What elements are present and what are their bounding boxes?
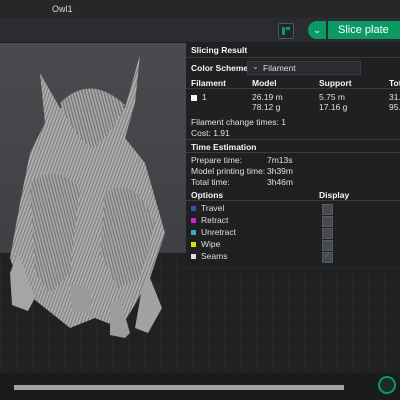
- model-weight: 78.12 g: [252, 102, 281, 112]
- unretract-display-checkbox[interactable]: [322, 228, 333, 239]
- travel-display-checkbox[interactable]: [322, 204, 333, 215]
- seams-color-swatch: [191, 254, 196, 259]
- option-wipe: Wipe: [186, 239, 400, 251]
- option-retract: Retract: [186, 215, 400, 227]
- toolbar: ⌄ Slice plate: [0, 18, 400, 43]
- plate-layout-icon[interactable]: [278, 23, 294, 39]
- display-title: Display: [319, 190, 350, 200]
- time-estimation-title: Time Estimation: [191, 142, 257, 152]
- support-weight: 17.16 g: [319, 102, 348, 112]
- col-filament: Filament: [191, 78, 226, 88]
- retract-color-swatch: [191, 218, 196, 223]
- time-label: Prepare time:: [191, 155, 243, 165]
- slicing-result-title: Slicing Result: [191, 45, 248, 55]
- wipe-display-checkbox[interactable]: [322, 240, 333, 251]
- model-length: 26.19 m: [252, 92, 283, 102]
- option-travel: Travel: [186, 203, 400, 215]
- col-model: Model: [252, 78, 277, 88]
- filament-row: 1 26.19 m 78.12 g 5.75 m 17.16 g 31.9 95…: [186, 92, 400, 112]
- title-bar: Owl1: [0, 0, 400, 18]
- travel-color-swatch: [191, 206, 196, 211]
- option-label: Retract: [201, 215, 229, 225]
- col-support: Support: [319, 78, 352, 88]
- retract-display-checkbox[interactable]: [322, 216, 333, 227]
- filament-color-swatch: [191, 95, 197, 101]
- slicing-result-panel: Slicing Result Color Scheme ⌄ Filament F…: [186, 42, 400, 266]
- total-length: 31.9: [389, 92, 400, 102]
- color-scheme-dropdown[interactable]: ⌄ Filament: [247, 61, 361, 75]
- unretract-color-swatch: [191, 230, 196, 235]
- wipe-color-swatch: [191, 242, 196, 247]
- options-title: Options: [191, 190, 224, 200]
- time-value: 3h46m: [267, 177, 293, 187]
- option-unretract: Unretract: [186, 227, 400, 239]
- time-label: Model printing time:: [191, 166, 266, 176]
- color-scheme-label: Color Scheme: [191, 63, 249, 73]
- slice-dropdown-button[interactable]: ⌄: [308, 21, 326, 39]
- option-label: Unretract: [201, 227, 236, 237]
- window-title: Owl1: [52, 4, 73, 14]
- option-seams: Seams: [186, 251, 400, 263]
- view-orientation-icon[interactable]: [378, 376, 396, 394]
- option-label: Wipe: [201, 239, 221, 249]
- slice-plate-button[interactable]: Slice plate: [328, 21, 400, 39]
- filament-change-times: Filament change times: 1: [191, 117, 286, 127]
- cost: Cost: 1.91: [191, 128, 230, 138]
- filament-id: 1: [202, 92, 207, 102]
- color-scheme-value: Filament: [263, 63, 296, 73]
- col-total: Tot: [389, 78, 400, 88]
- total-weight: 95.2: [389, 102, 400, 112]
- time-label: Total time:: [191, 177, 230, 187]
- seams-display-checkbox[interactable]: [322, 251, 333, 263]
- option-label: Travel: [201, 203, 225, 213]
- chevron-down-icon: ⌄: [252, 62, 259, 71]
- option-label: Seams: [201, 251, 228, 261]
- time-value: 7m13s: [267, 155, 293, 165]
- time-value: 3h39m: [267, 166, 293, 176]
- owl-model: [10, 55, 165, 338]
- support-length: 5.75 m: [319, 92, 345, 102]
